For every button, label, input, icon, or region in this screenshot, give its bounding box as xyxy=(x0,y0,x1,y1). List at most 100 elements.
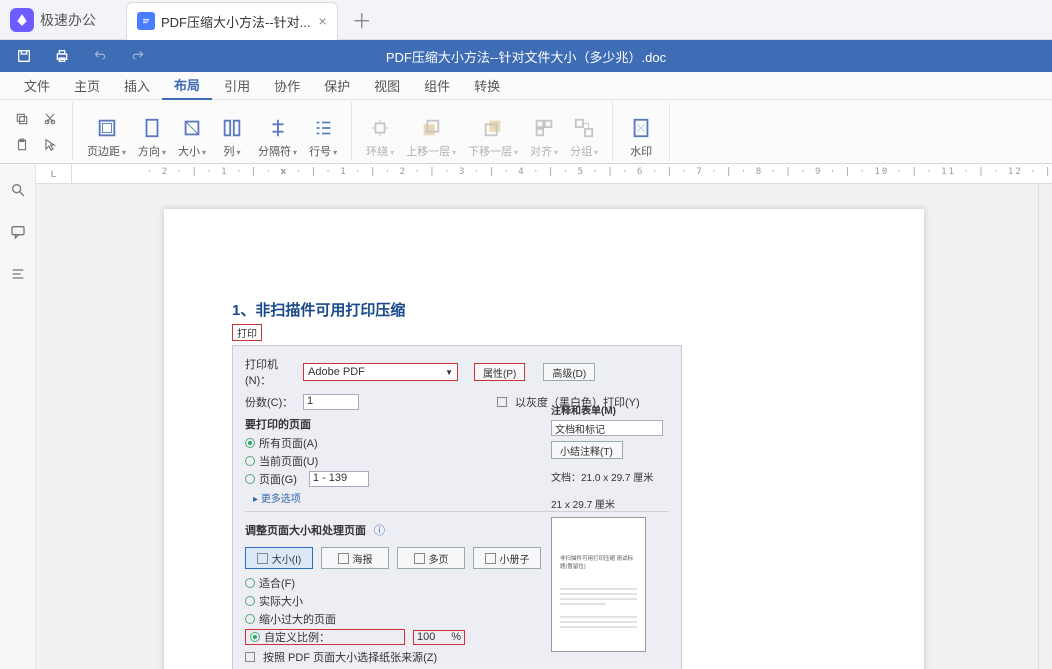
paper-size-label: 21 x 29.7 厘米 xyxy=(551,496,673,511)
redo-button[interactable] xyxy=(124,44,152,68)
ribbon-group-watermark: 水印 xyxy=(613,102,670,161)
headings-icon[interactable] xyxy=(8,264,28,284)
menu-保护[interactable]: 保护 xyxy=(312,72,362,99)
ribbon-icon-上移一层 xyxy=(420,117,442,139)
app-name: 极速办公 xyxy=(40,10,96,30)
document-title: PDF压缩大小方法--针对文件大小（多少兆）.doc xyxy=(0,47,1052,66)
radio-fit[interactable] xyxy=(245,578,255,588)
document-tab[interactable]: PDF压缩大小方法--针对... × xyxy=(126,2,338,40)
summarize-comments-button[interactable]: 小结注释(T) xyxy=(551,441,623,459)
comments-forms-label: 注释和表单(M) xyxy=(551,402,673,417)
page-range-input[interactable]: 1 - 139 xyxy=(309,471,369,487)
printer-select[interactable]: Adobe PDF▼ xyxy=(303,363,458,381)
horizontal-ruler: · 2 · | · 1 · | · 𝘅 · | · 1 · | · 2 · | … xyxy=(72,164,1052,184)
grayscale-checkbox[interactable] xyxy=(497,397,507,407)
printer-label: 打印机(N)： xyxy=(245,356,299,388)
search-icon[interactable] xyxy=(8,180,28,200)
ribbon-水印[interactable]: 水印 xyxy=(621,113,661,161)
left-tool-panel xyxy=(0,164,36,669)
radio-shrink[interactable] xyxy=(245,614,255,624)
radio-page-range[interactable] xyxy=(245,474,255,484)
save-button[interactable] xyxy=(10,44,38,68)
document-area: L · 2 · | · 1 · | · 𝘅 · | · 1 · | · 2 · … xyxy=(36,164,1052,669)
ribbon-group-clipboard xyxy=(0,102,73,161)
ribbon-icon-下移一层 xyxy=(482,117,504,139)
comments-forms-select[interactable]: 文档和标记 xyxy=(551,420,663,436)
seg-size[interactable]: 大小(I) xyxy=(245,547,313,569)
ribbon-group-page: 页边距方向大小列分隔符行号 xyxy=(73,102,352,161)
paste-icon[interactable] xyxy=(12,135,32,155)
menu-布局[interactable]: 布局 xyxy=(162,71,212,100)
quick-access-toolbar: PDF压缩大小方法--针对文件大小（多少兆）.doc xyxy=(0,40,1052,72)
ribbon-icon-水印 xyxy=(630,117,652,139)
ribbon-icon-行号 xyxy=(312,117,334,139)
ribbon-页边距[interactable]: 页边距 xyxy=(81,113,132,161)
vertical-scrollbar[interactable] xyxy=(1038,184,1052,669)
tab-title: PDF压缩大小方法--针对... xyxy=(161,12,311,31)
ruler-ticks: · 2 · | · 1 · | · 𝘅 · | · 1 · | · 2 · | … xyxy=(147,167,1052,177)
copies-input[interactable]: 1 xyxy=(303,394,359,410)
comments-icon[interactable] xyxy=(8,222,28,242)
select-icon[interactable] xyxy=(40,135,60,155)
radio-all-pages[interactable] xyxy=(245,438,255,448)
ribbon-icon-分隔符 xyxy=(267,117,289,139)
document-page: 1、非扫描件可用打印压缩 打印 打印机(N)： Adobe PDF▼ 属性(P)… xyxy=(164,209,924,669)
seg-multi[interactable]: 多页 xyxy=(397,547,465,569)
app-logo xyxy=(10,8,34,32)
info-icon[interactable]: ⓘ xyxy=(374,522,385,538)
ribbon-分隔符[interactable]: 分隔符 xyxy=(252,113,303,161)
dialog-right-pane: 注释和表单(M) 文档和标记 小结注释(T) 文档：21.0 x 29.7 厘米… xyxy=(551,402,673,652)
properties-button[interactable]: 属性(P) xyxy=(474,363,525,381)
ribbon: 页边距方向大小列分隔符行号 环绕上移一层下移一层对齐分组 水印 xyxy=(0,100,1052,164)
ribbon-icon-环绕 xyxy=(369,117,391,139)
tab-close-button[interactable]: × xyxy=(319,13,327,29)
workspace: L · 2 · | · 1 · | · 𝘅 · | · 1 · | · 2 · … xyxy=(0,164,1052,669)
advanced-button[interactable]: 高级(D) xyxy=(543,363,595,381)
paper-source-checkbox[interactable] xyxy=(245,652,255,662)
menu-文件[interactable]: 文件 xyxy=(12,72,62,99)
seg-poster[interactable]: 海报 xyxy=(321,547,389,569)
ribbon-icon-页边距 xyxy=(96,117,118,139)
ribbon-列[interactable]: 列 xyxy=(212,113,252,161)
ribbon-下移一层: 下移一层 xyxy=(462,113,524,161)
ribbon-icon-分组 xyxy=(573,117,595,139)
doc-type-icon xyxy=(137,12,155,30)
cut-icon[interactable] xyxy=(40,109,60,129)
menu-协作[interactable]: 协作 xyxy=(262,72,312,99)
print-preview: 非扫描件可用打印压缩 测试标题(暂留位) xyxy=(551,517,646,652)
ruler-corner: L xyxy=(36,164,72,184)
custom-scale-option[interactable]: 自定义比例： xyxy=(245,629,405,645)
undo-button[interactable] xyxy=(86,44,114,68)
menu-引用[interactable]: 引用 xyxy=(212,72,262,99)
ribbon-group-arrange: 环绕上移一层下移一层对齐分组 xyxy=(352,102,613,161)
ribbon-行号[interactable]: 行号 xyxy=(303,113,343,161)
section-heading: 1、非扫描件可用打印压缩 xyxy=(232,299,854,320)
resize-section-title: 调整页面大小和处理页面 xyxy=(245,522,366,538)
ribbon-方向[interactable]: 方向 xyxy=(132,113,172,161)
new-tab-button[interactable]: ＋ xyxy=(352,5,372,34)
ribbon-对齐: 对齐 xyxy=(524,113,564,161)
ribbon-分组: 分组 xyxy=(564,113,604,161)
menu-组件[interactable]: 组件 xyxy=(412,72,462,99)
seg-booklet[interactable]: 小册子 xyxy=(473,547,541,569)
ribbon-icon-方向 xyxy=(141,117,163,139)
copy-icon[interactable] xyxy=(12,109,32,129)
radio-current-page[interactable] xyxy=(245,456,255,466)
print-button[interactable] xyxy=(48,44,76,68)
menu-转换[interactable]: 转换 xyxy=(462,72,512,99)
menu-视图[interactable]: 视图 xyxy=(362,72,412,99)
radio-actual[interactable] xyxy=(245,596,255,606)
copies-label: 份数(C)： xyxy=(245,394,299,410)
print-badge: 打印 xyxy=(232,324,262,341)
custom-scale-input[interactable]: 100% xyxy=(413,630,465,645)
ribbon-大小[interactable]: 大小 xyxy=(172,113,212,161)
menu-bar: 文件主页插入布局引用协作保护视图组件转换 xyxy=(0,72,1052,100)
print-dialog: 打印机(N)： Adobe PDF▼ 属性(P) 高级(D) 份数(C)： 1 … xyxy=(232,345,682,669)
ribbon-环绕: 环绕 xyxy=(360,113,400,161)
ribbon-上移一层: 上移一层 xyxy=(400,113,462,161)
title-bar: 极速办公 PDF压缩大小方法--针对... × ＋ xyxy=(0,0,1052,40)
ribbon-icon-大小 xyxy=(181,117,203,139)
ribbon-icon-列 xyxy=(221,117,243,139)
menu-主页[interactable]: 主页 xyxy=(62,72,112,99)
menu-插入[interactable]: 插入 xyxy=(112,72,162,99)
